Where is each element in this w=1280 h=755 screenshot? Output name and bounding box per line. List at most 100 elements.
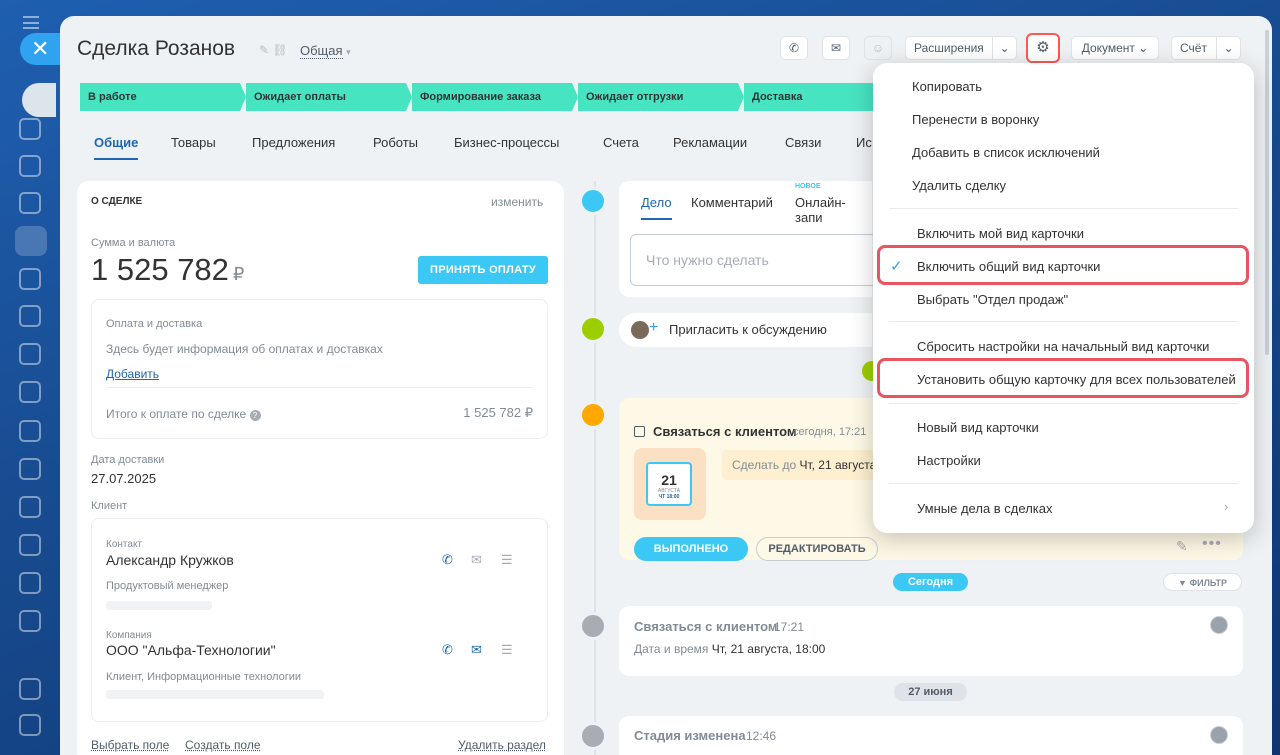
accept-payment-button[interactable]: ПРИНЯТЬ ОПЛАТУ bbox=[418, 256, 548, 284]
add-payment-link[interactable]: Добавить bbox=[106, 367, 159, 381]
company-name[interactable]: ООО "Альфа-Технологии" bbox=[106, 642, 276, 658]
total-value: 1 525 782 ₽ bbox=[463, 405, 533, 420]
check-icon[interactable] bbox=[19, 534, 41, 556]
chat-icon[interactable]: ☰ bbox=[501, 642, 517, 657]
client-box: Контакт Александр Кружков Продуктовый ме… bbox=[91, 518, 548, 722]
delete-section-link[interactable]: Удалить раздел bbox=[458, 738, 546, 752]
calendar-icon[interactable] bbox=[19, 268, 41, 290]
tab-task[interactable]: Дело bbox=[641, 195, 672, 220]
today-badge: Сегодня bbox=[893, 573, 968, 591]
tab-online[interactable]: Онлайн-запи bbox=[795, 195, 872, 225]
total-label-text: Итого к оплате по сделке bbox=[106, 407, 247, 421]
menu-item-sales-dept[interactable]: Выбрать "Отдел продаж" bbox=[917, 292, 1068, 307]
menu-item-delete[interactable]: Удалить сделку bbox=[912, 178, 1006, 193]
menu-item-settings[interactable]: Настройки bbox=[917, 453, 981, 468]
history-title[interactable]: Связаться с клиентом bbox=[634, 619, 778, 634]
robot-icon[interactable] bbox=[19, 305, 41, 327]
category-selector[interactable]: Общая ▾ bbox=[300, 43, 351, 59]
avatar[interactable] bbox=[1210, 616, 1228, 634]
edit-task-button[interactable]: РЕДАКТИРОВАТЬ bbox=[756, 537, 878, 561]
chat-icon[interactable]: ☰ bbox=[501, 552, 517, 567]
tab-links[interactable]: Связи bbox=[785, 134, 821, 152]
printer-icon[interactable] bbox=[19, 714, 41, 736]
note-icon[interactable]: ✎ bbox=[1176, 538, 1188, 555]
tab-products[interactable]: Товары bbox=[171, 134, 216, 152]
company-type: Клиент, Информационные технологии bbox=[106, 671, 302, 683]
invite-panel[interactable]: + Пригласить к обсуждению bbox=[619, 313, 872, 347]
stage-item[interactable]: Формирование заказа bbox=[412, 83, 578, 111]
menu-item-set-common-all[interactable]: Установить общую карточку для всех польз… bbox=[917, 372, 1236, 387]
call-button[interactable]: ✆ bbox=[780, 36, 808, 60]
payment-info: Здесь будет информация об оплатах и дост… bbox=[106, 342, 383, 356]
stage-item[interactable]: Доставка bbox=[744, 83, 884, 111]
tab-general[interactable]: Общие bbox=[94, 134, 139, 160]
users-icon[interactable] bbox=[19, 458, 41, 480]
help-icon[interactable]: ? bbox=[249, 410, 261, 421]
tab-offers[interactable]: Предложения bbox=[252, 134, 335, 152]
contact-name[interactable]: Александр Кружков bbox=[106, 552, 234, 568]
phone-icon[interactable]: ✆ bbox=[442, 552, 458, 567]
edit-section-link[interactable]: изменить bbox=[491, 195, 543, 209]
stage-item[interactable]: Ожидает оплаты bbox=[246, 83, 412, 111]
scrollbar[interactable] bbox=[1265, 30, 1269, 355]
task-checkbox[interactable] bbox=[634, 426, 645, 437]
file-icon[interactable] bbox=[19, 343, 41, 365]
blurred-requisites bbox=[106, 690, 324, 699]
menu-item-copy[interactable]: Копировать bbox=[912, 79, 982, 94]
invoice-button[interactable]: Счёт ⌄ bbox=[1171, 36, 1241, 60]
download-icon[interactable] bbox=[22, 83, 56, 117]
menu-icon[interactable] bbox=[23, 16, 39, 29]
tab-robots[interactable]: Роботы bbox=[373, 134, 418, 152]
tab-claims[interactable]: Рекламации bbox=[673, 134, 747, 152]
chat-button[interactable]: ☺ bbox=[864, 36, 892, 60]
tab-history[interactable]: Ис bbox=[856, 134, 872, 152]
menu-item-smart-tasks[interactable]: Умные дела в сделках bbox=[917, 501, 1052, 516]
grid-icon[interactable] bbox=[19, 610, 41, 632]
mail-icon[interactable]: ✉ bbox=[471, 642, 487, 657]
h-icon[interactable] bbox=[19, 572, 41, 594]
crm-nav-active[interactable] bbox=[15, 226, 47, 256]
document-icon[interactable] bbox=[19, 118, 41, 140]
tab-invoices[interactable]: Счета bbox=[603, 134, 639, 152]
left-navigation: ✕ bbox=[0, 0, 60, 755]
task-input[interactable]: Что нужно сделать bbox=[630, 234, 890, 286]
menu-item-reset[interactable]: Сбросить настройки на начальный вид карт… bbox=[917, 339, 1209, 354]
menu-item-common-view[interactable]: Включить общий вид карточки bbox=[917, 259, 1100, 274]
gear-icon[interactable]: ⚙ bbox=[1026, 33, 1060, 63]
task-check-icon bbox=[579, 401, 607, 429]
done-button[interactable]: ВЫПОЛНЕНО bbox=[634, 537, 748, 561]
divider bbox=[106, 387, 533, 388]
menu-item-new-view[interactable]: Новый вид карточки bbox=[917, 420, 1039, 435]
select-field-link[interactable]: Выбрать поле bbox=[91, 738, 169, 752]
menu-item-exclude[interactable]: Добавить в список исключений bbox=[912, 145, 1100, 160]
tab-comment[interactable]: Комментарий bbox=[691, 195, 773, 210]
settings-dropdown-menu: Копировать Перенести в воронку Добавить … bbox=[873, 63, 1254, 533]
hexagon-icon[interactable] bbox=[19, 192, 41, 214]
create-field-link[interactable]: Создать поле bbox=[185, 738, 261, 752]
extensions-button[interactable]: Расширения ⌄ bbox=[905, 36, 1017, 60]
phone-icon[interactable]: ✆ bbox=[442, 642, 458, 657]
settings-icon[interactable] bbox=[19, 678, 41, 700]
avatar[interactable] bbox=[1210, 726, 1228, 744]
card-icon[interactable] bbox=[19, 381, 41, 403]
task-title[interactable]: Связаться с клиентом bbox=[653, 424, 797, 439]
company-label: Компания bbox=[106, 630, 152, 641]
more-icon[interactable]: ••• bbox=[1202, 535, 1222, 553]
edit-title-icon[interactable]: ✎ ⛓ bbox=[259, 43, 288, 57]
history-item: Стадия изменена 12:46 bbox=[619, 716, 1243, 755]
close-slider-button[interactable]: ✕ bbox=[20, 33, 60, 65]
mail-icon[interactable] bbox=[19, 420, 41, 442]
tab-bizproc[interactable]: Бизнес-процессы bbox=[454, 134, 559, 152]
document-button[interactable]: Документ ⌄ bbox=[1071, 36, 1159, 60]
gallery-icon[interactable] bbox=[19, 496, 41, 518]
menu-item-move[interactable]: Перенести в воронку bbox=[912, 112, 1039, 127]
filter-button[interactable]: ▼ ФИЛЬТР bbox=[1163, 573, 1242, 591]
mail-icon[interactable]: ✉ bbox=[471, 552, 487, 567]
stage-item[interactable]: Ожидает отгрузки bbox=[578, 83, 744, 111]
email-button[interactable]: ✉ bbox=[822, 36, 850, 60]
chevron-right-icon: › bbox=[1224, 499, 1229, 514]
menu-item-my-view[interactable]: Включить мой вид карточки bbox=[917, 226, 1084, 241]
history-title[interactable]: Стадия изменена bbox=[634, 728, 746, 743]
chat-icon[interactable] bbox=[19, 155, 41, 177]
stage-item[interactable]: В работе bbox=[80, 83, 246, 111]
